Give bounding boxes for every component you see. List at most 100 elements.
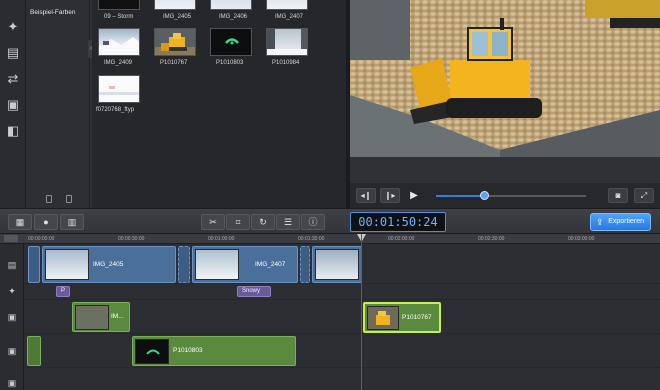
audio-clip[interactable]: P1010803 bbox=[132, 336, 296, 366]
overlay-clip[interactable]: IM... bbox=[72, 302, 130, 332]
document-icon[interactable] bbox=[66, 195, 72, 203]
media-label: P1010984 bbox=[272, 60, 300, 66]
extra-track-icon[interactable]: ▣ bbox=[6, 378, 18, 388]
clip-thumbnail bbox=[367, 306, 399, 330]
dark-scene-image bbox=[225, 38, 239, 45]
play-icon[interactable]: ▶ bbox=[404, 188, 424, 203]
title-lane bbox=[24, 284, 660, 300]
step-back-icon[interactable]: ◂❙ bbox=[356, 188, 376, 203]
ruler-label: 00:02:00:00 bbox=[388, 236, 415, 242]
export-label: Exportieren bbox=[608, 218, 644, 225]
ruler-label: 00:01:30:00 bbox=[298, 236, 325, 242]
step-forward-icon[interactable]: ❙▸ bbox=[380, 188, 400, 203]
snapshot-icon[interactable]: ◙ bbox=[608, 188, 628, 203]
media-browser: 09 – Storm IMG_2405 IMG_2406 IMG_2407 IM… bbox=[46, 0, 346, 208]
adjust-icon[interactable]: ☰ bbox=[276, 214, 300, 230]
audio-lane bbox=[24, 334, 660, 368]
winter-scene-image bbox=[267, 29, 307, 55]
video-clip[interactable]: IMG_2405 bbox=[42, 246, 176, 283]
category-panel: Beispiel-Farben bbox=[26, 0, 90, 208]
ruler-label: 00:00:30:00 bbox=[118, 236, 145, 242]
media-thumb-f0720768[interactable] bbox=[98, 75, 140, 103]
track-headers: ▤ ✦ ▣ ▣ ▣ bbox=[0, 244, 24, 390]
film-layout-icon[interactable]: ▤ bbox=[5, 46, 21, 60]
overlay-clip-selected[interactable]: P1010767 bbox=[363, 302, 441, 333]
clip-thumbnail bbox=[315, 249, 359, 280]
crop-icon[interactable]: ⌗ bbox=[226, 214, 250, 230]
playback-progress-fill bbox=[436, 195, 484, 197]
app-window: ✦ ▤ ⇄ ▣ ◧ Beispiel-Farben ‹ 09 – Storm I… bbox=[0, 0, 660, 390]
timeline-tracks: IMG_2405 IMG_2407 P Snowy IM... P1010767 bbox=[24, 244, 660, 390]
video-preview bbox=[350, 0, 660, 157]
video-clip[interactable] bbox=[28, 246, 40, 283]
info-icon[interactable]: ⓘ bbox=[301, 214, 325, 230]
transition-icon[interactable]: ⇄ bbox=[5, 72, 21, 86]
export-button[interactable]: ⇪ Exportieren bbox=[590, 213, 651, 231]
editing-toolbar: ▦ ● ▥ ✂ ⌗ ↻ ☰ ⓘ 00:01:50:24 ⇪ Exportiere… bbox=[0, 208, 660, 234]
clapper-icon[interactable]: ▣ bbox=[5, 98, 21, 112]
transition-marker[interactable] bbox=[178, 246, 190, 283]
timecode-display: 00:01:50:24 bbox=[350, 212, 446, 232]
split-screen-icon[interactable]: ◧ bbox=[5, 124, 21, 138]
media-thumb-img2407[interactable] bbox=[266, 0, 308, 10]
media-thumb-p1010984[interactable] bbox=[266, 28, 308, 56]
audio-track-icon[interactable]: ▣ bbox=[6, 346, 18, 356]
cut-icon[interactable]: ✂ bbox=[201, 214, 225, 230]
transition-marker[interactable] bbox=[300, 246, 310, 283]
left-toolbar: ✦ ▤ ⇄ ▣ ◧ bbox=[0, 0, 26, 208]
bulldozer-thumbnail-image bbox=[376, 311, 390, 325]
clip-name: IM... bbox=[111, 313, 124, 320]
title-clip[interactable]: Snowy bbox=[237, 286, 271, 297]
media-label: IMG_2406 bbox=[219, 14, 248, 20]
overlay-track-icon[interactable]: ▣ bbox=[6, 312, 18, 322]
playback-controls: ◂❙ ❙▸ ▶ ◙ ⤢ bbox=[350, 183, 660, 208]
clip-name: P1010767 bbox=[402, 314, 432, 321]
video-track-icon[interactable]: ▤ bbox=[6, 260, 18, 270]
media-label: 09 – Storm bbox=[104, 14, 134, 20]
new-document-icon[interactable] bbox=[46, 195, 52, 203]
media-import-icon[interactable]: ▦ bbox=[8, 214, 32, 230]
timeline-zoom-icon[interactable] bbox=[4, 235, 18, 242]
video-clip[interactable] bbox=[312, 246, 362, 283]
clip-name: IMG_2405 bbox=[93, 261, 124, 268]
ruler-label: 00:02:30:00 bbox=[478, 236, 505, 242]
clip-thumbnail bbox=[75, 305, 109, 330]
trash-icon[interactable]: ▥ bbox=[60, 214, 84, 230]
media-label: IMG_2407 bbox=[275, 14, 304, 20]
export-icon: ⇪ bbox=[596, 217, 604, 227]
media-thumb-storm[interactable] bbox=[98, 0, 140, 10]
media-thumb-p1010767[interactable] bbox=[154, 28, 196, 56]
audio-clip-start[interactable] bbox=[27, 336, 41, 366]
fullscreen-icon[interactable]: ⤢ bbox=[634, 188, 654, 203]
media-label: P1010767 bbox=[160, 60, 188, 66]
bulldozer-preview-image bbox=[350, 0, 660, 157]
media-thumb-img2405[interactable] bbox=[154, 0, 196, 10]
bright-frame-image bbox=[99, 86, 139, 95]
clip-thumbnail bbox=[135, 339, 169, 364]
mic-icon[interactable]: ● bbox=[34, 214, 58, 230]
clip-name: P1010803 bbox=[173, 347, 203, 354]
media-label: IMG_2405 bbox=[163, 14, 192, 20]
playback-progress-knob[interactable] bbox=[480, 191, 489, 200]
media-thumb-img2409[interactable] bbox=[98, 28, 140, 56]
title-clip[interactable]: P bbox=[56, 286, 70, 297]
category-item-beispiel-farben[interactable]: Beispiel-Farben bbox=[30, 9, 76, 16]
bulldozer-image bbox=[155, 33, 195, 55]
media-thumb-img2406[interactable] bbox=[210, 0, 252, 10]
ruler-label: 00:03:00:00 bbox=[568, 236, 595, 242]
clip-thumbnail bbox=[45, 249, 89, 280]
dark-thumbnail-image bbox=[146, 349, 160, 355]
timeline-ruler[interactable]: 00:00:00:00 00:00:30:00 00:01:00:00 00:0… bbox=[0, 234, 660, 244]
media-label: f0720768_ftyp bbox=[96, 107, 135, 113]
media-label: P1010803 bbox=[216, 60, 244, 66]
title-track-icon[interactable]: ✦ bbox=[6, 286, 18, 296]
ruler-label: 00:00:00:00 bbox=[28, 236, 55, 242]
media-thumb-p1010803[interactable] bbox=[210, 28, 252, 56]
rotate-icon[interactable]: ↻ bbox=[251, 214, 275, 230]
playback-progress-bar[interactable] bbox=[436, 195, 586, 197]
clip-thumbnail bbox=[195, 249, 239, 280]
clip-name: IMG_2407 bbox=[255, 261, 286, 268]
video-clip[interactable]: IMG_2407 bbox=[192, 246, 298, 283]
playhead-line[interactable] bbox=[361, 234, 362, 390]
magic-wand-icon[interactable]: ✦ bbox=[5, 20, 21, 34]
